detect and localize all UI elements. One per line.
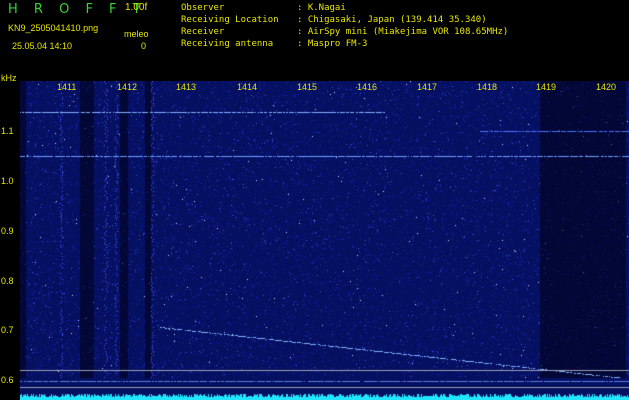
time-label-1411: 1411 (57, 82, 77, 92)
info-key-receiver: Receiver (181, 27, 225, 37)
spectrogram-canvas (20, 81, 629, 400)
freq-label-0-9: 0.9 (1, 226, 14, 236)
meleo-value: 0 (141, 41, 147, 51)
frequency-unit-label: kHz (1, 73, 17, 83)
freq-label-0-8: 0.8 (1, 276, 14, 286)
info-value-location: : Chigasaki, Japan (139.414 35.340) (297, 15, 487, 25)
info-value-observer: : K.Nagai (297, 3, 346, 13)
info-key-observer: Observer (181, 3, 225, 13)
time-label-1416: 1416 (357, 82, 378, 92)
time-label-1419: 1419 (536, 82, 557, 92)
time-label-1414: 1414 (237, 82, 258, 92)
info-value-antenna: : Maspro FM-3 (297, 39, 368, 49)
hrofft-window: H R O F F T 1.00f KN9_2505041410.png mel… (0, 0, 629, 400)
version-label: 1.00f (125, 2, 148, 13)
meleo-label: meleo (124, 29, 149, 39)
time-label-1418: 1418 (477, 82, 498, 92)
freq-label-0-6: 0.6 (1, 375, 14, 385)
time-label-1417: 1417 (417, 82, 438, 92)
freq-label-1-0: 1.0 (1, 176, 14, 186)
info-value-receiver: : AirSpy mini (Miakejima VOR 108.65MHz) (297, 27, 509, 37)
info-key-antenna: Receiving antenna (181, 39, 274, 49)
time-label-1420: 1420 (596, 82, 617, 92)
freq-label-0-7: 0.7 (1, 325, 14, 335)
info-key-location: Receiving Location (181, 15, 279, 25)
time-label-1415: 1415 (297, 82, 318, 92)
time-label-1412: 1412 (117, 82, 138, 92)
freq-label-1-1: 1.1 (1, 126, 14, 136)
filename-label: KN9_2505041410.png (8, 23, 99, 33)
time-label-1413: 1413 (176, 82, 197, 92)
timestamp-label: 25.05.04 14:10 (12, 41, 73, 51)
